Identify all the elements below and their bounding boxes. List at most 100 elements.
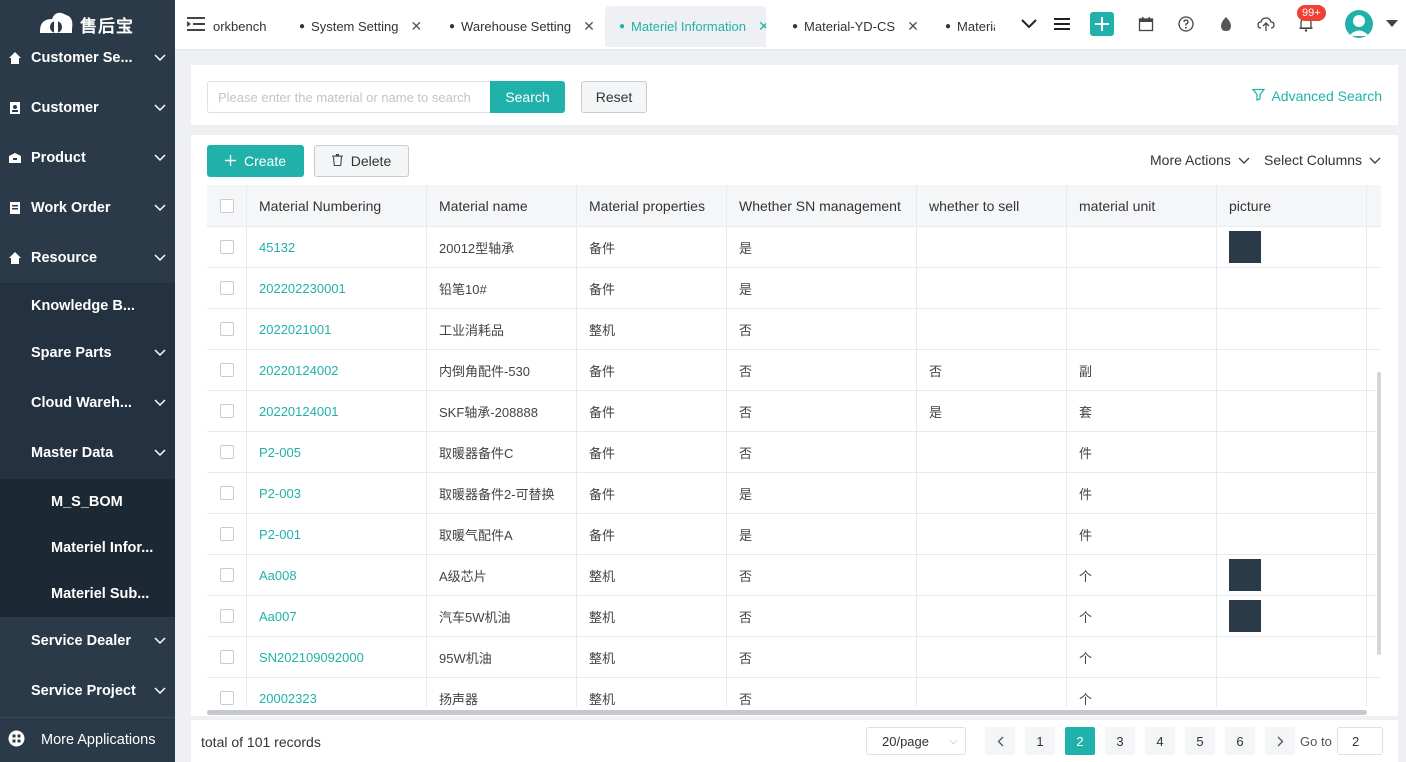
close-icon[interactable]: ✕ (758, 18, 766, 35)
cell-material-number[interactable]: 20002323 (247, 678, 427, 707)
row-checkbox[interactable] (207, 309, 247, 349)
next-page-button[interactable] (1265, 727, 1295, 755)
cell-material-number[interactable]: 2022021001 (247, 309, 427, 349)
column-header-sn-management[interactable]: Whether SN management (727, 185, 917, 226)
column-header-material-properties[interactable]: Material properties (577, 185, 727, 226)
sidebar-item-product[interactable]: Product (0, 138, 175, 178)
column-header-material-numbering[interactable]: Material Numbering (247, 185, 427, 226)
prev-page-button[interactable] (985, 727, 1015, 755)
page-button[interactable]: 6 (1225, 727, 1255, 755)
advanced-search-button[interactable]: Advanced Search (1252, 88, 1382, 104)
vertical-scrollbar[interactable] (1377, 372, 1381, 655)
column-header-picture[interactable]: picture (1217, 185, 1367, 226)
tab-materiel-information[interactable]: ● Materiel Information ✕ (605, 6, 766, 47)
page-button[interactable]: 1 (1025, 727, 1055, 755)
skin-icon[interactable] (1214, 12, 1238, 36)
menu-icon[interactable] (1050, 12, 1074, 36)
picture-thumbnail[interactable] (1229, 600, 1261, 632)
cloud-upload-icon[interactable] (1254, 12, 1278, 36)
picture-thumbnail[interactable] (1229, 231, 1261, 263)
table-row[interactable]: SN202109092000 95W机油 整机否 个 (207, 637, 1381, 678)
row-checkbox[interactable] (207, 678, 247, 707)
horizontal-scrollbar[interactable] (207, 710, 1367, 715)
logo[interactable]: 售后宝 (36, 6, 134, 42)
cell-material-number[interactable]: SN202109092000 (247, 637, 427, 677)
sidebar-item-customer[interactable]: Customer (0, 88, 175, 128)
row-checkbox[interactable] (207, 555, 247, 595)
reset-button[interactable]: Reset (581, 81, 647, 113)
page-size-select[interactable]: 20/page ⌵ (866, 727, 966, 755)
cell-material-number[interactable]: Aa008 (247, 555, 427, 595)
row-checkbox[interactable] (207, 473, 247, 513)
table-row[interactable]: P2-003 取暖器备件2-可替换 备件是 件 (207, 473, 1381, 514)
row-checkbox[interactable] (207, 391, 247, 431)
close-icon[interactable]: ✕ (410, 18, 422, 35)
table-row[interactable]: 20220124001 SKF轴承-208888 备件否是套 (207, 391, 1381, 432)
picture-thumbnail[interactable] (1229, 559, 1261, 591)
row-checkbox[interactable] (207, 350, 247, 390)
row-checkbox[interactable] (207, 432, 247, 472)
create-button[interactable]: Create (207, 145, 304, 177)
collapse-menu-icon[interactable] (184, 12, 208, 36)
sidebar-item-service-project[interactable]: Service Project (0, 671, 175, 711)
table-row[interactable]: 202202230001 铅笔10# 备件是 (207, 268, 1381, 309)
column-header-material-name[interactable]: Material name (427, 185, 577, 226)
close-icon[interactable]: ✕ (907, 18, 919, 35)
row-checkbox[interactable] (207, 227, 247, 267)
sidebar-item-service-dealer[interactable]: Service Dealer (0, 621, 175, 661)
column-header-whether-to-sell[interactable]: whether to sell (917, 185, 1067, 226)
sidebar-item-work-order[interactable]: Work Order (0, 188, 175, 228)
table-row[interactable]: P2-005 取暖器备件C 备件否 件 (207, 432, 1381, 473)
goto-page-input[interactable] (1337, 727, 1383, 755)
cell-material-number[interactable]: P2-005 (247, 432, 427, 472)
row-checkbox[interactable] (207, 596, 247, 636)
sidebar-item-knowledge-base[interactable]: Knowledge B... (0, 286, 175, 326)
sidebar-item-master-data[interactable]: Master Data (0, 433, 175, 473)
sidebar-item-materiel-information[interactable]: Materiel Infor... (0, 528, 175, 568)
tab-material-yd-cs[interactable]: ● Material-YD-CS ✕ (792, 6, 919, 47)
row-checkbox[interactable] (207, 637, 247, 677)
sidebar-item-cloud-warehouse[interactable]: Cloud Wareh... (0, 383, 175, 423)
page-button[interactable]: 3 (1105, 727, 1135, 755)
avatar[interactable] (1343, 8, 1375, 40)
table-row[interactable]: 20002323 扬声器 整机否 个 (207, 678, 1381, 707)
sidebar-item-resource[interactable]: Resource (0, 238, 175, 278)
row-checkbox[interactable] (207, 514, 247, 554)
cell-material-number[interactable]: Aa007 (247, 596, 427, 636)
tab-materia[interactable]: ● Materia (945, 6, 995, 47)
page-button[interactable]: 5 (1185, 727, 1215, 755)
page-button[interactable]: 4 (1145, 727, 1175, 755)
cell-material-number[interactable]: 20220124001 (247, 391, 427, 431)
delete-button[interactable]: Delete (314, 145, 409, 177)
cell-material-number[interactable]: 20220124002 (247, 350, 427, 390)
sidebar-item-spare-parts[interactable]: Spare Parts (0, 333, 175, 373)
table-row[interactable]: 45132 20012型轴承 备件是 (207, 227, 1381, 268)
table-row[interactable]: Aa008 A级芯片 整机否 个 (207, 555, 1381, 596)
search-button[interactable]: Search (490, 81, 565, 113)
tab-warehouse-setting[interactable]: ● Warehouse Setting ✕ (449, 6, 595, 47)
help-icon[interactable] (1174, 12, 1198, 36)
select-all-checkbox[interactable] (207, 185, 247, 226)
sidebar-item-customer-service[interactable]: Customer Se... (0, 38, 175, 78)
cell-material-number[interactable]: 45132 (247, 227, 427, 267)
sidebar-item-m-s-bom[interactable]: M_S_BOM (0, 482, 175, 522)
page-button[interactable]: 2 (1065, 727, 1095, 755)
tab-workbench[interactable]: orkbench (213, 6, 277, 47)
table-row[interactable]: Aa007 汽车5W机油 整机否 个 (207, 596, 1381, 637)
cell-material-number[interactable]: P2-003 (247, 473, 427, 513)
caret-down-icon[interactable] (1380, 12, 1404, 36)
calendar-icon[interactable] (1134, 12, 1158, 36)
column-header-material-unit[interactable]: material unit (1067, 185, 1217, 226)
sidebar-item-materiel-sub[interactable]: Materiel Sub... (0, 574, 175, 614)
close-icon[interactable]: ✕ (583, 18, 595, 35)
tab-system-setting[interactable]: ● System Setting ✕ (299, 6, 422, 47)
table-row[interactable]: P2-001 取暖气配件A 备件是 件 (207, 514, 1381, 555)
more-applications-button[interactable]: More Applications (0, 717, 175, 762)
cell-material-number[interactable]: 202202230001 (247, 268, 427, 308)
search-input[interactable] (207, 81, 491, 113)
add-icon[interactable] (1090, 12, 1114, 36)
tabs-dropdown-icon[interactable] (1017, 12, 1041, 36)
cell-material-number[interactable]: P2-001 (247, 514, 427, 554)
select-columns-dropdown[interactable]: Select Columns (1264, 152, 1381, 168)
table-row[interactable]: 20220124002 内倒角配件-530 备件否否副 (207, 350, 1381, 391)
